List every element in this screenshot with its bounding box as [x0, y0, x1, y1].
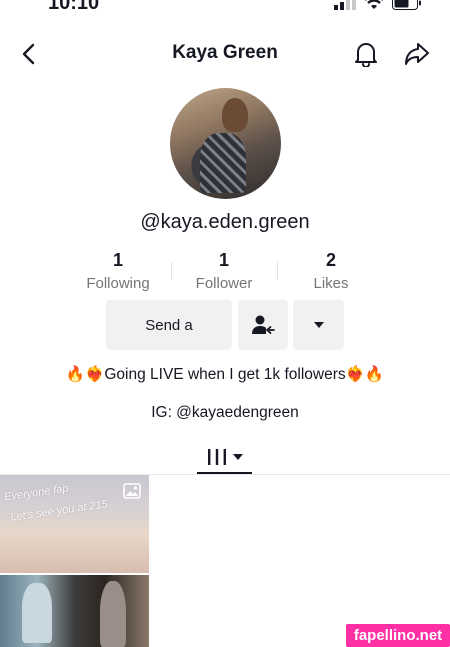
avatar-hair-shape: [222, 98, 248, 132]
likes-label: Likes: [313, 275, 349, 292]
message-button-label: Send a: [145, 316, 193, 334]
battery-icon: [392, 0, 421, 10]
follower-label: Follower: [195, 275, 253, 292]
profile-ig-handle: IG: @kayaedengreen: [151, 404, 299, 421]
profile-header: Kaya Green: [0, 36, 450, 72]
bell-icon: [355, 43, 377, 67]
status-bar: 10:10: [0, 0, 450, 20]
profile-username: @kaya.eden.green: [140, 211, 310, 233]
thumbnail-figure: [100, 581, 126, 647]
likes-count: 2: [325, 250, 336, 270]
tab-videos[interactable]: [197, 440, 252, 474]
video-thumbnail[interactable]: [0, 575, 149, 647]
more-options-button[interactable]: [293, 300, 344, 350]
profile-actions: Send a: [0, 300, 450, 350]
avatar-dress-shape: [200, 133, 246, 193]
following-stat[interactable]: 1 Following: [63, 250, 173, 292]
status-icons: [334, 0, 422, 10]
thumbnail-figure: [22, 583, 52, 643]
friend-status-button[interactable]: [238, 300, 288, 350]
video-caption-line1: Everyone fap: [3, 482, 70, 504]
profile-name-title: Kaya Green: [172, 42, 278, 63]
profile-avatar[interactable]: [170, 88, 281, 199]
message-button[interactable]: Send a: [106, 300, 232, 350]
follower-stat[interactable]: 1 Follower: [169, 250, 279, 292]
following-count: 1: [112, 250, 123, 270]
follower-count: 1: [218, 250, 229, 270]
video-caption-line2: Let's see you at 215: [9, 498, 109, 524]
following-label: Following: [86, 275, 150, 292]
wifi-icon: [365, 0, 383, 9]
share-arrow-icon: [405, 43, 429, 65]
caret-down-icon: [313, 322, 324, 328]
caret-down-icon: [232, 454, 243, 460]
notification-button[interactable]: [352, 40, 380, 68]
video-thumbnail[interactable]: Everyone fap Let's see you at 215: [0, 475, 149, 573]
status-time: 10:10: [48, 0, 100, 14]
signal-icon: [334, 0, 356, 10]
profile-bio: 🔥❤️‍🔥Going LIVE when I get 1k followers❤…: [65, 366, 385, 383]
add-friend-icon: [252, 315, 275, 334]
active-tab-indicator: [197, 472, 252, 474]
profile-stats: 1 Following 1 Follower 2 Likes: [0, 250, 450, 294]
grid-bars-icon: [207, 449, 226, 465]
content-tabs: [0, 440, 450, 475]
watermark-badge: fapellino.net: [346, 624, 450, 647]
share-button[interactable]: [403, 40, 431, 68]
likes-stat[interactable]: 2 Likes: [276, 250, 386, 292]
photo-icon: [123, 483, 141, 499]
